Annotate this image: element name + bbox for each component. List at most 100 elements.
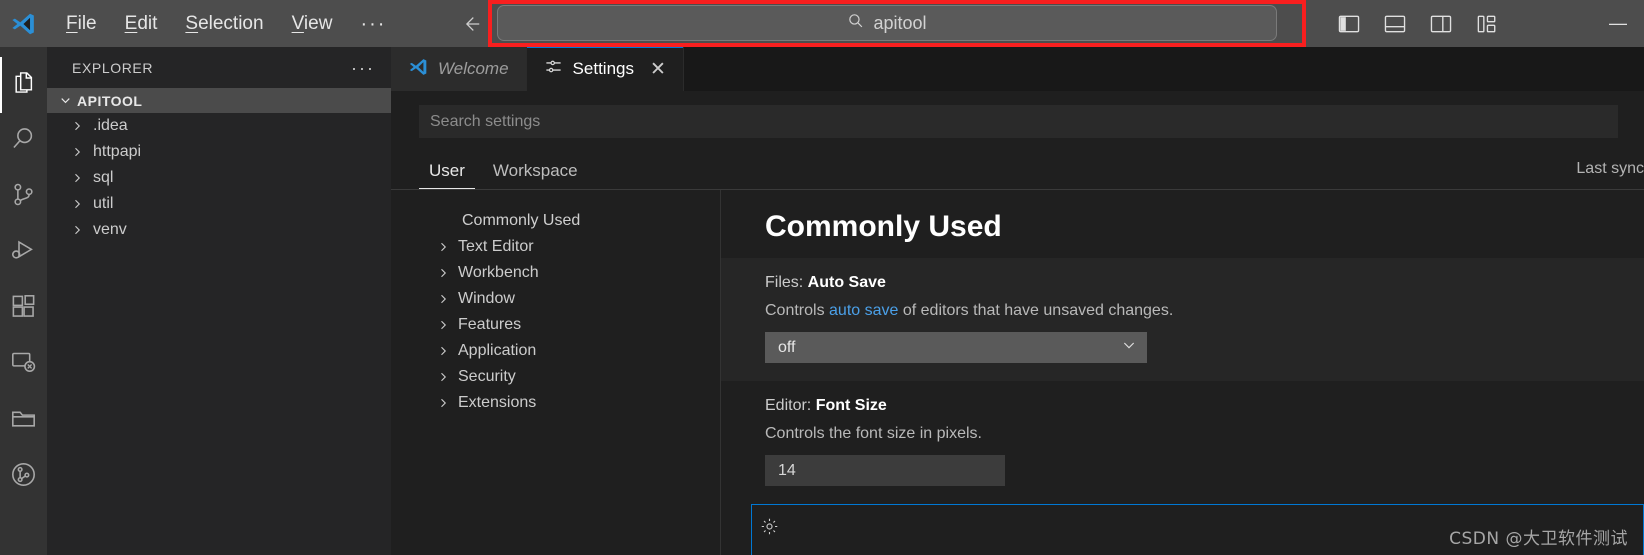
activity-item-extensions[interactable] — [0, 281, 47, 337]
menu-selection[interactable]: Selection — [171, 9, 277, 39]
settings-section-title: Commonly Used — [765, 210, 1002, 243]
tree-item-venv[interactable]: venv — [47, 217, 391, 243]
toc-item-label: Extensions — [458, 394, 537, 411]
chevron-right-icon — [71, 120, 83, 132]
settings-search-wrap: Search settings — [391, 91, 1644, 138]
toc-item-workbench[interactable]: Workbench — [421, 260, 720, 286]
tree-item-label: util — [93, 195, 114, 212]
settings-search-input[interactable]: Search settings — [419, 105, 1618, 138]
setting-title: Editor: Font Size — [765, 397, 1644, 415]
settings-body: Commonly Used Text Editor Workbench Wind… — [391, 190, 1644, 555]
activity-item-source-control[interactable] — [0, 169, 47, 225]
explorer-header: EXPLORER ··· — [47, 47, 391, 88]
editor-tabs: Welcome Settings ✕ — [391, 47, 1644, 91]
toc-item-label: Application — [458, 342, 537, 359]
search-icon — [10, 125, 37, 157]
arrow-left-icon[interactable] — [458, 11, 484, 37]
chevron-right-icon — [437, 397, 449, 409]
toc-item-label: Features — [458, 316, 522, 333]
toc-item-features[interactable]: Features — [421, 312, 720, 338]
activity-item-explorer[interactable] — [0, 57, 47, 113]
menu-selection-rest: election — [198, 12, 264, 34]
auto-save-select[interactable]: off — [765, 332, 1147, 363]
chevron-right-icon — [437, 293, 449, 305]
activity-item-run-and-debug[interactable] — [0, 225, 47, 281]
toc-item-text-editor[interactable]: Text Editor — [421, 234, 720, 260]
toc-item-security[interactable]: Security — [421, 364, 720, 390]
layout-sidebar-left-icon[interactable] — [1334, 9, 1364, 39]
toc-item-window[interactable]: Window — [421, 286, 720, 312]
settings-search-placeholder: Search settings — [430, 112, 541, 130]
settings-scope-tabs: User Workspace Last sync — [391, 138, 1644, 190]
setting-category: Files: — [765, 274, 808, 291]
chevron-down-icon — [59, 94, 72, 107]
tree-item-label: venv — [93, 221, 127, 238]
window-controls: — — [1592, 0, 1644, 47]
close-icon[interactable]: ✕ — [650, 58, 666, 81]
layout-panel-icon[interactable] — [1380, 9, 1410, 39]
toc-item-label: Window — [458, 290, 515, 307]
folder-icon — [10, 405, 37, 437]
remote-explorer-icon — [10, 349, 37, 381]
chevron-down-icon — [1121, 337, 1137, 358]
explorer-more-actions-button[interactable]: ··· — [351, 59, 375, 77]
menu-edit-rest: dit — [137, 12, 158, 34]
layout-sidebar-right-icon[interactable] — [1426, 9, 1456, 39]
tree-item-label: .idea — [93, 117, 128, 134]
toc-item-commonly-used[interactable]: Commonly Used — [421, 208, 720, 234]
chevron-right-icon — [437, 345, 449, 357]
font-size-value: 14 — [778, 461, 796, 479]
tab-workspace[interactable]: Workspace — [483, 161, 588, 190]
tree-item-httpapi[interactable]: httpapi — [47, 139, 391, 165]
font-size-input[interactable]: 14 — [765, 455, 1005, 486]
vscode-logo-icon — [0, 0, 46, 47]
tab-settings[interactable]: Settings ✕ — [526, 47, 684, 91]
chevron-right-icon — [71, 198, 83, 210]
toc-item-label: Security — [458, 368, 516, 385]
tree-item-label: sql — [93, 169, 114, 186]
toc-item-application[interactable]: Application — [421, 338, 720, 364]
tab-user[interactable]: User — [419, 161, 475, 190]
activity-item-gitlens[interactable] — [0, 449, 47, 505]
activity-item-project-manager[interactable] — [0, 393, 47, 449]
setting-name: Auto Save — [807, 274, 886, 291]
toc-item-label: Workbench — [458, 264, 539, 281]
tree-item-idea[interactable]: .idea — [47, 113, 391, 139]
setting-row-editor-font-size[interactable]: Editor: Font Size Controls the font size… — [721, 381, 1644, 504]
tab-welcome[interactable]: Welcome — [391, 47, 527, 91]
explorer-root-folder-row[interactable]: APITOOL — [47, 88, 391, 113]
layout-customize-icon[interactable] — [1472, 9, 1502, 39]
gear-icon[interactable] — [760, 517, 779, 541]
setting-row-files-auto-save[interactable]: Files: Auto Save Controls auto save of e… — [721, 258, 1644, 381]
menu-view-rest: iew — [303, 12, 333, 34]
chevron-right-icon — [437, 241, 449, 253]
menu-overflow-button[interactable]: ··· — [346, 14, 400, 34]
setting-title: Files: Auto Save — [765, 274, 1644, 292]
menu-edit[interactable]: Edit — [111, 9, 172, 39]
source-control-icon — [10, 181, 37, 213]
setting-name: Font Size — [815, 397, 887, 414]
menu-view[interactable]: View — [278, 9, 347, 39]
setting-category: Editor: — [765, 397, 816, 414]
setting-desc-link[interactable]: auto save — [829, 302, 898, 319]
explorer-sidebar: EXPLORER ··· APITOOL .idea httpapi sql u… — [47, 47, 391, 555]
layout-controls — [1334, 0, 1502, 47]
activity-item-remote-explorer[interactable] — [0, 337, 47, 393]
toc-item-label: Text Editor — [458, 238, 534, 255]
setting-desc-part: Controls — [765, 302, 830, 319]
toc-item-label: Commonly Used — [462, 212, 581, 229]
tree-item-util[interactable]: util — [47, 191, 391, 217]
activity-bar — [0, 47, 47, 555]
chevron-right-icon — [437, 319, 449, 331]
activity-item-search[interactable] — [0, 113, 47, 169]
minimize-window-button[interactable]: — — [1592, 0, 1644, 47]
vscode-window: File Edit Selection View ··· apitool — E… — [0, 0, 1644, 555]
tab-label: Welcome — [438, 59, 509, 78]
chevron-right-icon — [437, 267, 449, 279]
menu-file[interactable]: File — [52, 9, 111, 39]
editor-area: Welcome Settings ✕ Search settings User — [391, 47, 1644, 555]
toc-item-extensions[interactable]: Extensions — [421, 390, 720, 416]
setting-description: Controls auto save of editors that have … — [765, 302, 1644, 320]
setting-description: Controls the font size in pixels. — [765, 425, 982, 442]
tree-item-sql[interactable]: sql — [47, 165, 391, 191]
